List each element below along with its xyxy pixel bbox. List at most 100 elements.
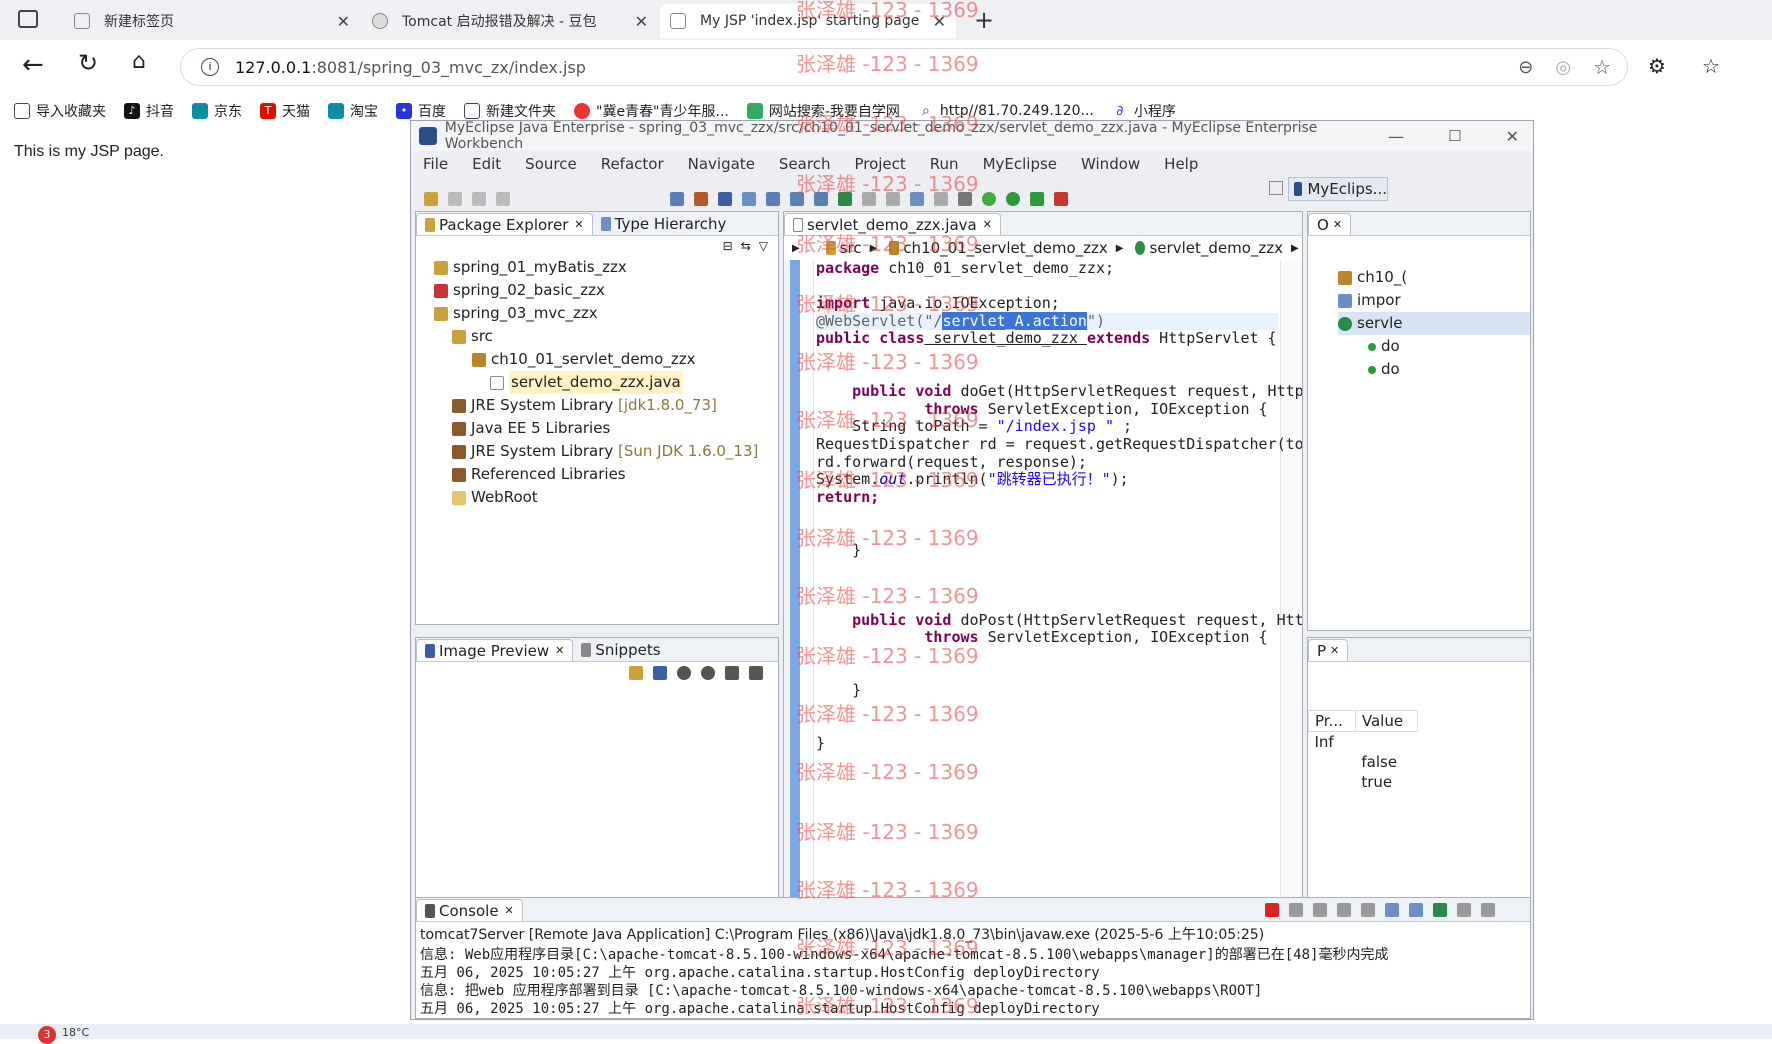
table-row[interactable]: true	[1309, 772, 1418, 792]
deploy-icon[interactable]	[694, 192, 708, 206]
remove-launch-icon[interactable]	[1289, 903, 1303, 917]
close-icon[interactable]: ✕	[555, 644, 564, 657]
tab-image-preview[interactable]: Image Preview ✕	[416, 639, 574, 661]
tab-outline[interactable]: O ✕	[1308, 213, 1352, 235]
tab-actions-icon[interactable]	[18, 10, 38, 28]
tree-item[interactable]: Referenced Libraries	[434, 463, 778, 486]
tree-item[interactable]: Java EE 5 Libraries	[434, 417, 778, 440]
clear-console-icon[interactable]	[1337, 903, 1351, 917]
outline-item[interactable]: impor	[1338, 289, 1530, 312]
tree-item[interactable]: JRE System Library [Sun JDK 1.6.0_13]	[434, 440, 778, 463]
column-header[interactable]: Value	[1354, 710, 1419, 732]
outline-item[interactable]: do	[1338, 335, 1530, 358]
close-icon[interactable]: ✕	[983, 218, 992, 231]
close-icon[interactable]: ✕	[505, 904, 514, 917]
new-icon[interactable]	[424, 192, 438, 206]
back-icon[interactable]: ←	[22, 50, 44, 80]
bookmark-import[interactable]: 导入收藏夹	[14, 101, 106, 121]
deploy2-icon[interactable]	[838, 192, 852, 206]
menu-search[interactable]: Search	[779, 155, 831, 173]
terminate-icon[interactable]	[1265, 903, 1279, 917]
refresh-icon[interactable]: ↻	[78, 49, 98, 77]
zoom-in-icon[interactable]	[701, 666, 715, 680]
tree-item[interactable]: spring_02_basic_zzx	[434, 279, 778, 302]
weather-temp[interactable]: 18°C	[62, 1026, 89, 1039]
bookmark-miniapp[interactable]: ∂ 小程序	[1111, 101, 1176, 121]
tab-snippets[interactable]: Snippets	[573, 639, 668, 661]
menu-edit[interactable]: Edit	[472, 155, 501, 173]
tab-editor-file[interactable]: servlet_demo_zzx.java ✕	[784, 213, 1001, 235]
run-icon[interactable]	[1006, 192, 1020, 206]
favorites-icon[interactable]: ☆	[1702, 54, 1720, 78]
close-icon[interactable]: ✕	[933, 12, 946, 31]
menu-help[interactable]: Help	[1164, 155, 1198, 173]
bookmark-taobao[interactable]: 淘宝	[328, 101, 378, 121]
zoom-out-icon[interactable]	[677, 666, 691, 680]
open-console-icon[interactable]	[1481, 903, 1495, 917]
tab-type-hierarchy[interactable]: Type Hierarchy	[593, 213, 735, 235]
close-icon[interactable]: ✕	[337, 12, 350, 31]
menu-window[interactable]: Window	[1081, 155, 1140, 173]
save-icon[interactable]	[448, 192, 462, 206]
tool4-icon[interactable]	[934, 192, 948, 206]
tab-console[interactable]: Console ✕	[416, 899, 523, 921]
table-row[interactable]: Inf	[1309, 732, 1418, 753]
zoom-icon[interactable]: ⊖	[1518, 57, 1533, 78]
home-icon[interactable]: ⌂	[132, 49, 146, 74]
view-menu-icon[interactable]: ▽	[759, 239, 768, 253]
scroll-lock-icon[interactable]	[1361, 903, 1375, 917]
tree-item[interactable]: ch10_01_servlet_demo_zzx	[434, 348, 778, 371]
address-bar[interactable]: i 127.0.0.1:8081/spring_03_mvc_zx/index.…	[180, 48, 1628, 86]
minimize-icon[interactable]: —	[1388, 127, 1404, 146]
tool3-icon[interactable]	[910, 192, 924, 206]
perspective-switcher[interactable]: MyEclips...	[1288, 177, 1388, 201]
bookmark-douyin[interactable]: ♪ 抖音	[124, 101, 174, 121]
menu-source[interactable]: Source	[525, 155, 577, 173]
link-editor-icon[interactable]: ⇆	[741, 239, 751, 253]
bookmark-tmall[interactable]: T 天猫	[260, 101, 310, 121]
breadcrumb-item[interactable]: servlet_demo_zzx	[1149, 239, 1283, 257]
menu-myeclipse[interactable]: MyEclipse	[983, 155, 1057, 173]
wizard2-icon[interactable]	[790, 192, 804, 206]
debug-icon[interactable]	[982, 192, 996, 206]
tool-icon[interactable]	[862, 192, 876, 206]
browser-icon[interactable]	[742, 192, 756, 206]
tab-properties[interactable]: P ✕	[1308, 639, 1349, 661]
code-area[interactable]: package ch10_01_servlet_demo_zzx; import…	[816, 259, 1302, 910]
bookmark-ip[interactable]: ⌕ http//81.70.249.120...	[917, 103, 1094, 119]
close-icon[interactable]: ✕	[1506, 127, 1519, 146]
open-type-icon[interactable]	[670, 192, 684, 206]
save-all-icon[interactable]	[472, 192, 486, 206]
menu-refactor[interactable]: Refactor	[601, 155, 664, 173]
read-aloud-icon[interactable]: ◎	[1555, 57, 1571, 78]
show-console-icon[interactable]	[1409, 903, 1423, 917]
word-wrap-icon[interactable]	[1385, 903, 1399, 917]
pin-console-icon[interactable]	[1433, 903, 1447, 917]
tree-item[interactable]: JRE System Library [jdk1.8.0_73]	[434, 394, 778, 417]
menu-navigate[interactable]: Navigate	[688, 155, 755, 173]
tab-jsp[interactable]: My JSP 'index.jsp' starting page ✕	[660, 4, 956, 38]
server-icon[interactable]	[718, 192, 732, 206]
tab-doubao[interactable]: Tomcat 启动报错及解决 - 豆包 ✕	[362, 4, 658, 38]
menu-run[interactable]: Run	[930, 155, 959, 173]
new-tab-icon[interactable]: +	[974, 6, 994, 34]
bookmark-jd[interactable]: 京东	[192, 101, 242, 121]
open-perspective-icon[interactable]	[1269, 181, 1283, 195]
outline-item-selected[interactable]: servle	[1338, 312, 1530, 335]
fit-icon[interactable]	[653, 666, 667, 680]
menu-project[interactable]: Project	[854, 155, 905, 173]
wizard-icon[interactable]	[766, 192, 780, 206]
tab-package-explorer[interactable]: Package Explorer ✕	[416, 213, 593, 235]
info-icon[interactable]: i	[201, 58, 219, 76]
db-icon[interactable]	[814, 192, 828, 206]
tool5-icon[interactable]	[958, 192, 972, 206]
breadcrumb-item[interactable]: src	[840, 239, 862, 257]
close-icon[interactable]: ✕	[1333, 218, 1342, 231]
tree-item-selected[interactable]: servlet_demo_zzx.java	[434, 371, 778, 394]
tree-item[interactable]: spring_01_myBatis_zzx	[434, 256, 778, 279]
tree-item[interactable]: src	[434, 325, 778, 348]
outline-item[interactable]: do	[1338, 358, 1530, 381]
actual-size-icon[interactable]	[725, 666, 739, 680]
bookmark-folder[interactable]: 新建文件夹	[464, 101, 556, 121]
maximize-icon[interactable]: ☐	[1448, 127, 1461, 145]
